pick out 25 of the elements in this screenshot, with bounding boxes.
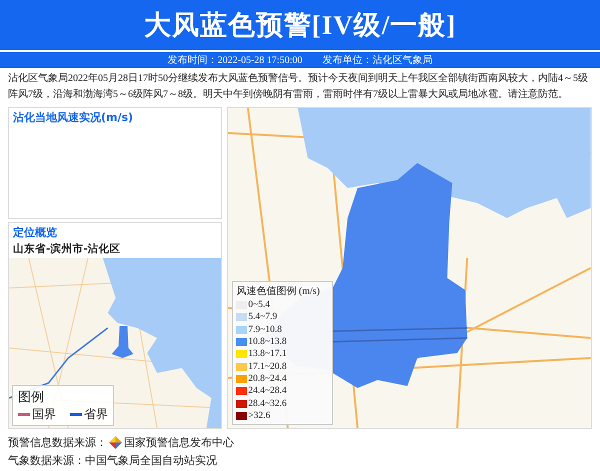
issue-time: 发布时间：2022-05-28 17:50:00 [168,54,302,67]
legend-label: 5.4~7.9 [248,312,278,322]
legend-label: 24.4~28.4 [248,386,287,396]
issuer: 发布单位：沾化区气象局 [322,54,432,67]
warning-title: 大风蓝色预警[IV级/一般] [144,9,456,42]
legend-label: 13.8~17.1 [248,349,287,360]
legend-label: 0~5.4 [248,300,270,310]
diamond-logo-icon [109,436,122,448]
source-name: 国家预警信息发布中心 [124,434,234,450]
legend-title: 图例 [18,389,45,406]
legend-label: 国界 [32,406,56,423]
legend-label: 省界 [84,406,108,423]
weather-source: 气象数据来源：中国气象局全国自动站实况 [8,452,218,468]
panel-title: 沾化当地风速实况(m/s) [12,110,134,126]
legend-label: >32.6 [248,410,270,421]
region-name: 山东省-滨州市-沾化区 [12,242,122,257]
source-label: 预警信息数据来源： [8,434,107,450]
legend-label: 10.8~13.8 [248,337,287,348]
panel-title: 定位概览 [12,225,58,241]
legend-label: 28.4~32.6 [248,398,287,409]
legend-label: 17.1~20.8 [248,362,287,372]
legend-title: 风速色值图例 (m/s) [236,284,321,298]
warning-message: 沾化区气象局2022年05月28日17时50分继续发布大风蓝色预警信号。预计今天夜间到明天上午我区全部镇街西南风较大，内陆4～5级阵风7级，沿海和渤海湾5～6级阵风7～8级。明天中午到傍晚阴有雷雨，雷雨时伴有7级以上雷暴大风或局地冰雹。请注意防范。 [8,72,589,102]
legend-label: 20.8~24.4 [248,374,287,384]
legend-label: 7.9~10.8 [248,324,282,335]
